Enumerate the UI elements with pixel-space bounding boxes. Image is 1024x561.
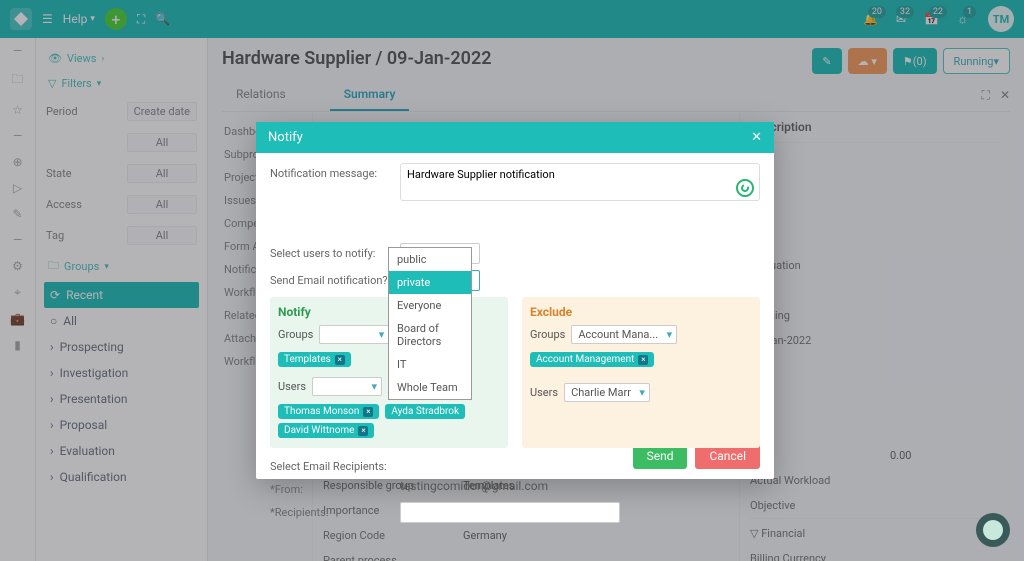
opt-whole[interactable]: Whole Team — [389, 376, 471, 399]
modal-header: Notify ✕ — [256, 122, 774, 153]
modal-close-icon[interactable]: ✕ — [751, 130, 762, 145]
notify-modal: Notify ✕ Notification message: Select us… — [256, 122, 774, 479]
notify-user-chip-1[interactable]: Ayda Stradbrok — [385, 404, 465, 419]
opt-everyone[interactable]: Everyone — [389, 294, 471, 317]
notify-group-chip[interactable]: Templates× — [278, 352, 351, 367]
rcpt-label: *Recipients: — [270, 502, 400, 519]
exclude-heading: Exclude — [530, 305, 752, 319]
rcpt-input[interactable] — [400, 502, 620, 523]
notify-groups-dd[interactable] — [319, 325, 389, 344]
select-users-label: Select users to notify: — [270, 243, 400, 260]
from-dropdown[interactable]: testingcomidor@gmail.com — [400, 479, 540, 493]
modal-title: Notify — [268, 130, 303, 145]
notify-users-dd[interactable] — [312, 377, 382, 396]
chat-face-icon — [983, 520, 1003, 540]
chat-fab[interactable] — [976, 513, 1010, 547]
msg-textarea[interactable] — [400, 163, 760, 201]
exclude-groups-label: Groups — [530, 328, 565, 341]
notify-groups-label: Groups — [278, 328, 313, 341]
exclude-users-dd[interactable]: Charlie Marr — [564, 383, 650, 402]
msg-label: Notification message: — [270, 163, 400, 180]
users-dropdown-popup: public private Everyone Board of Directo… — [388, 247, 472, 400]
email-q-label: Send Email notification? — [270, 270, 400, 287]
opt-public[interactable]: public — [389, 248, 471, 271]
opt-it[interactable]: IT — [389, 353, 471, 376]
exclude-panel: Exclude Groups Account Mana... Account M… — [522, 297, 760, 448]
notify-user-chip-2[interactable]: David Wittnome× — [278, 423, 374, 438]
exclude-group-chip[interactable]: Account Management× — [530, 352, 654, 367]
exclude-groups-dd[interactable]: Account Mana... — [571, 325, 677, 344]
opt-board[interactable]: Board of Directors — [389, 317, 471, 353]
from-label: *From: — [270, 479, 400, 496]
exclude-users-label: Users — [530, 386, 558, 399]
notify-user-chip-0[interactable]: Thomas Monson× — [278, 404, 379, 419]
opt-private[interactable]: private — [389, 271, 471, 294]
notify-users-label: Users — [278, 380, 306, 393]
grammarly-icon[interactable] — [736, 179, 754, 197]
recipients-label: Select Email Recipients: — [270, 456, 400, 473]
